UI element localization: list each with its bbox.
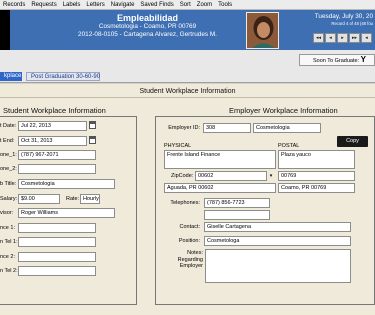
phone-2-label: one_2:: [0, 166, 17, 172]
menu-letters[interactable]: Letters: [83, 2, 107, 8]
end-date-field[interactable]: Oct 31, 2013: [18, 136, 87, 146]
tab-post-graduation[interactable]: Post Graduation 30-60-90: [26, 72, 100, 81]
header-date: Tuesday, July 30, 20: [314, 13, 373, 20]
contact-label: Contact:: [179, 224, 200, 230]
menu-bar: Records Requests Labels Letters Navigate…: [0, 0, 375, 10]
section-divider: [0, 97, 375, 98]
phone-2-field[interactable]: [18, 164, 96, 174]
menu-saved-finds[interactable]: Saved Finds: [137, 2, 176, 8]
menu-labels[interactable]: Labels: [60, 2, 84, 8]
menu-requests[interactable]: Requests: [28, 2, 59, 8]
record-header: Empleabilidad Cosmetologia - Coamo, PR 0…: [0, 10, 375, 50]
section-title: Student Workplace Information: [139, 88, 236, 95]
reference-tel-1-label: n Tel 1:: [0, 239, 18, 245]
menu-tools[interactable]: Tools: [215, 2, 235, 8]
end-date-label: t End:: [0, 138, 15, 144]
header-program: Cosmetologia - Coamo, PR 00769: [98, 23, 197, 30]
position-label: Position:: [178, 238, 200, 244]
scroll-left-button[interactable]: ◂: [361, 33, 372, 43]
next-record-button[interactable]: ▸: [337, 33, 348, 43]
last-record-button[interactable]: ▸▸: [349, 33, 360, 43]
phone-1-field[interactable]: (787) 967-2071: [18, 150, 96, 160]
menu-sort[interactable]: Sort: [177, 2, 194, 8]
physical-city-field[interactable]: Aguada, PR 00602: [164, 183, 276, 193]
soon-to-graduate-value: Y: [360, 55, 366, 64]
record-navigation: ◂◂ ◂ ▸ ▸▸ ◂: [313, 33, 372, 43]
employer-name-field[interactable]: Cosmetologia: [253, 123, 321, 133]
menu-navigate[interactable]: Navigate: [108, 2, 138, 8]
zip-dropdown-icon[interactable]: ▾: [268, 172, 274, 180]
postal-heading: POSTAL: [278, 143, 300, 149]
postal-address-field[interactable]: Plaza yauco: [278, 150, 355, 169]
rate-label: Rate:: [66, 196, 80, 202]
telephones-label: Telephones:: [170, 200, 200, 206]
record-count: Record 4 of 48 (48 fou: [331, 21, 373, 26]
tab-workplace[interactable]: kplace: [0, 72, 22, 81]
soon-to-graduate-label: Soon To Graduate:: [313, 58, 360, 64]
supervisor-label: visor:: [0, 210, 14, 216]
header-record: 2012-08-0105 - Cartagena Alvarez, Gertru…: [78, 31, 217, 39]
rate-field[interactable]: Hourly: [80, 194, 100, 204]
supervisor-field[interactable]: Roger Williams: [18, 208, 115, 218]
header-titles: Empleabilidad Cosmetologia - Coamo, PR 0…: [40, 13, 255, 40]
student-panel-title: Student Workplace Information: [3, 106, 106, 115]
physical-zip-field[interactable]: 00602: [195, 171, 267, 181]
reference-1-label: nce 1:: [0, 225, 15, 231]
postal-city-field[interactable]: Coamo, PR 00769: [278, 183, 355, 193]
postal-zip-field[interactable]: 00769: [278, 171, 355, 181]
job-title-label: b Title:: [0, 181, 17, 187]
header-name: Empleabilidad: [116, 13, 178, 23]
menu-records[interactable]: Records: [0, 2, 28, 8]
reference-tel-1-field[interactable]: [18, 237, 96, 247]
start-date-field[interactable]: Jul 22, 2013: [18, 121, 87, 131]
start-date-label: t Date:: [0, 123, 17, 129]
student-photo: [246, 12, 279, 49]
phone-1-label: one_1:: [0, 152, 17, 158]
employer-id-label: Employer ID:: [168, 125, 200, 131]
header-edge: [0, 10, 10, 50]
menu-zoom[interactable]: Zoom: [194, 2, 215, 8]
reference-2-label: nce 2:: [0, 254, 15, 260]
contact-field[interactable]: Giselle Cartagena: [204, 222, 351, 232]
job-title-field[interactable]: Cosmetologia: [18, 179, 115, 189]
reference-2-field[interactable]: [18, 252, 96, 262]
employer-panel-title: Employer Workplace Information: [229, 106, 338, 115]
first-record-button[interactable]: ◂◂: [313, 33, 324, 43]
salary-field[interactable]: $9.00: [18, 194, 60, 204]
prev-record-button[interactable]: ◂: [325, 33, 336, 43]
position-field[interactable]: Cosmetologa: [204, 236, 351, 246]
physical-heading: PHYSICAL: [164, 143, 192, 149]
reference-1-field[interactable]: [18, 223, 96, 233]
copy-button[interactable]: Copy: [337, 136, 368, 147]
calendar-icon[interactable]: [89, 136, 96, 144]
employer-id-field[interactable]: 308: [203, 123, 251, 133]
reference-tel-2-label: n Tel 2:: [0, 268, 18, 274]
reference-tel-2-field[interactable]: [18, 266, 96, 276]
physical-address-field[interactable]: Frente Island Finance: [164, 150, 276, 169]
notes-field[interactable]: [205, 249, 351, 283]
telephone-2-field[interactable]: [204, 210, 270, 220]
telephone-field[interactable]: (787) 856-7723: [204, 198, 270, 208]
salary-label: Salary:: [0, 196, 18, 202]
notes-label: Notes: Regarding Employer: [177, 250, 203, 269]
soon-to-graduate-toggle[interactable]: Soon To Graduate: Y: [299, 54, 375, 66]
calendar-icon[interactable]: [89, 121, 96, 129]
physical-zip-label: ZipCode:: [171, 173, 194, 179]
